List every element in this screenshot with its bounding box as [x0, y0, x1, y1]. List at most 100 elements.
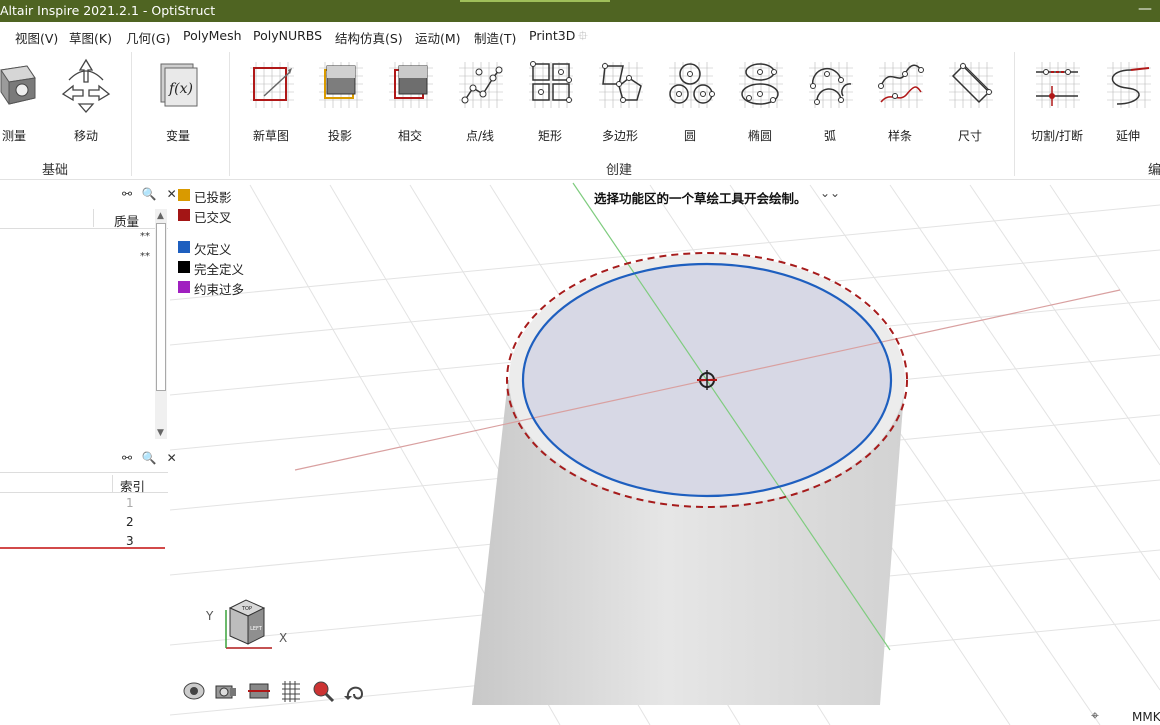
view-toolbar [180, 678, 380, 704]
camera-icon[interactable] [212, 678, 238, 704]
project-tool[interactable]: 投影 [308, 56, 372, 144]
collapse-hint-icon[interactable]: ⌄⌄ [820, 186, 840, 200]
tool-label: 点/线 [465, 129, 495, 143]
tool-label: 移动 [73, 129, 98, 143]
scroll-down-icon[interactable]: ▼ [157, 428, 164, 438]
menu-polynurbs[interactable]: PolyNURBS [253, 28, 322, 43]
column-divider [112, 475, 113, 492]
tool-label: 尺寸 [957, 129, 982, 143]
menu-motion[interactable]: 运动(M) [415, 28, 461, 47]
menu-polymesh[interactable]: PolyMesh [183, 28, 242, 43]
variable-icon: f(x) [160, 63, 198, 107]
selected-row-indicator [0, 547, 165, 549]
panel-top-tools[interactable]: ⚯ 🔍 ✕ [122, 187, 180, 201]
zoom-icon[interactable] [310, 678, 336, 704]
minimize-button[interactable]: — [1138, 1, 1152, 17]
group-label-edit: 编 [1148, 163, 1160, 178]
index-value: 1 [126, 496, 134, 510]
ribbon-separator [1014, 52, 1015, 176]
tool-label: 多边形 [601, 129, 638, 143]
ribbon-separator [131, 52, 132, 176]
sketch-index-panel: 索引 1 2 3 [0, 472, 168, 572]
new-sketch-icon [250, 62, 294, 108]
rectangle-tool[interactable]: 矩形 [518, 56, 582, 144]
measure-icon [0, 65, 36, 105]
section-cut-icon[interactable] [246, 678, 272, 704]
legend-label: 欠定义 [194, 242, 232, 257]
add-ribbon-icon[interactable]: ⯐ [578, 27, 588, 49]
intersect-tool[interactable]: 相交 [378, 56, 442, 144]
menu-print3d[interactable]: Print3D [529, 28, 575, 43]
tool-label: 矩形 [537, 129, 562, 143]
legend-swatch [178, 189, 190, 201]
view-cube[interactable]: TOP LEFT Y X [200, 598, 296, 658]
cut-break-tool[interactable]: 切割/打断 [1025, 56, 1089, 144]
legend-label: 已投影 [194, 190, 232, 205]
scroll-up-icon[interactable]: ▲ [157, 211, 164, 221]
cube-top-text: TOP [241, 606, 252, 612]
ribbon: 测量 移动 基础 f(x) 变量 新草图 投影 相交 点/线 矩形 多边形 圆 … [0, 48, 1160, 180]
cube-y-label: Y [205, 609, 214, 623]
legend-label: 已交叉 [194, 210, 232, 225]
polygon-tool[interactable]: 多边形 [588, 56, 652, 144]
circle-tool[interactable]: 圆 [658, 56, 722, 144]
measure-tool[interactable]: 测量 [0, 56, 46, 144]
tool-label: 变量 [165, 129, 190, 143]
legend-swatch [178, 241, 190, 253]
visibility-icon[interactable] [180, 678, 206, 704]
point-line-tool[interactable]: 点/线 [448, 56, 512, 144]
menu-manufacturing[interactable]: 制造(T) [474, 28, 516, 47]
column-header-index[interactable]: 索引 [120, 476, 145, 495]
new-sketch-tool[interactable]: 新草图 [239, 56, 303, 144]
dimension-icon [949, 62, 993, 108]
arc-tool[interactable]: 弧 [798, 56, 862, 144]
dimension-tool[interactable]: 尺寸 [938, 56, 1002, 144]
mass-value: ** [140, 251, 150, 262]
menu-sketch[interactable]: 草图(K) [69, 28, 112, 50]
menu-bar: 视图(V) 草图(K) 几何(G) PolyMesh PolyNURBS 结构仿… [0, 22, 1160, 50]
tool-label: 延伸 [1115, 129, 1140, 143]
menu-view[interactable]: 视图(V) [15, 28, 58, 47]
cube-x-label: X [279, 631, 287, 645]
cube-left-text: LEFT [250, 626, 263, 632]
cut-break-icon [1036, 62, 1080, 108]
group-label-basic: 基础 [42, 163, 69, 178]
ellipse-tool[interactable]: 椭圆 [728, 56, 792, 144]
column-header-mass[interactable]: 质量 [114, 211, 139, 230]
column-divider [93, 209, 94, 227]
legend-swatch [178, 281, 190, 293]
menu-structures[interactable]: 结构仿真(S) [335, 28, 403, 47]
rectangle-icon [529, 61, 573, 108]
variable-tool[interactable]: f(x) 变量 [146, 56, 210, 144]
move-icon [61, 58, 111, 113]
grid-icon[interactable] [278, 678, 304, 704]
ribbon-separator [229, 52, 230, 176]
scrollbar-thumb[interactable] [156, 223, 166, 391]
tool-label: 测量 [1, 129, 26, 143]
model-browser-panel: 质量 ** ** ▲ ▼ [0, 207, 168, 440]
panel-bottom-tools[interactable]: ⚯ 🔍 ✕ [122, 451, 180, 465]
modeling-viewport[interactable] [170, 181, 1160, 725]
tool-label: 相交 [397, 129, 422, 143]
extend-tool[interactable]: 延伸 [1096, 56, 1160, 144]
spline-tool[interactable]: 样条 [868, 56, 932, 144]
index-value: 3 [126, 534, 134, 548]
ellipse-icon [739, 62, 783, 108]
point-line-icon [459, 62, 503, 108]
move-tool[interactable]: 移动 [54, 56, 118, 144]
tool-label: 新草图 [252, 129, 289, 143]
tool-label: 切割/打断 [1030, 129, 1084, 143]
circle-icon [669, 62, 715, 108]
menu-geometry[interactable]: 几何(G) [126, 28, 170, 47]
arc-icon [809, 62, 853, 108]
snap-crosshair-icon[interactable]: ⌖ [1091, 708, 1099, 724]
legend-label: 约束过多 [194, 282, 245, 297]
pan-icon[interactable] [342, 678, 368, 704]
polygon-icon [599, 62, 643, 108]
panel-header: 质量 [0, 207, 168, 229]
tool-label: 投影 [327, 129, 352, 143]
spline-icon [878, 62, 924, 108]
window-title: Altair Inspire 2021.2.1 - OptiStruct [0, 3, 216, 18]
panel-header: 索引 [0, 472, 168, 495]
units-selector[interactable]: MMKS [1132, 710, 1160, 724]
